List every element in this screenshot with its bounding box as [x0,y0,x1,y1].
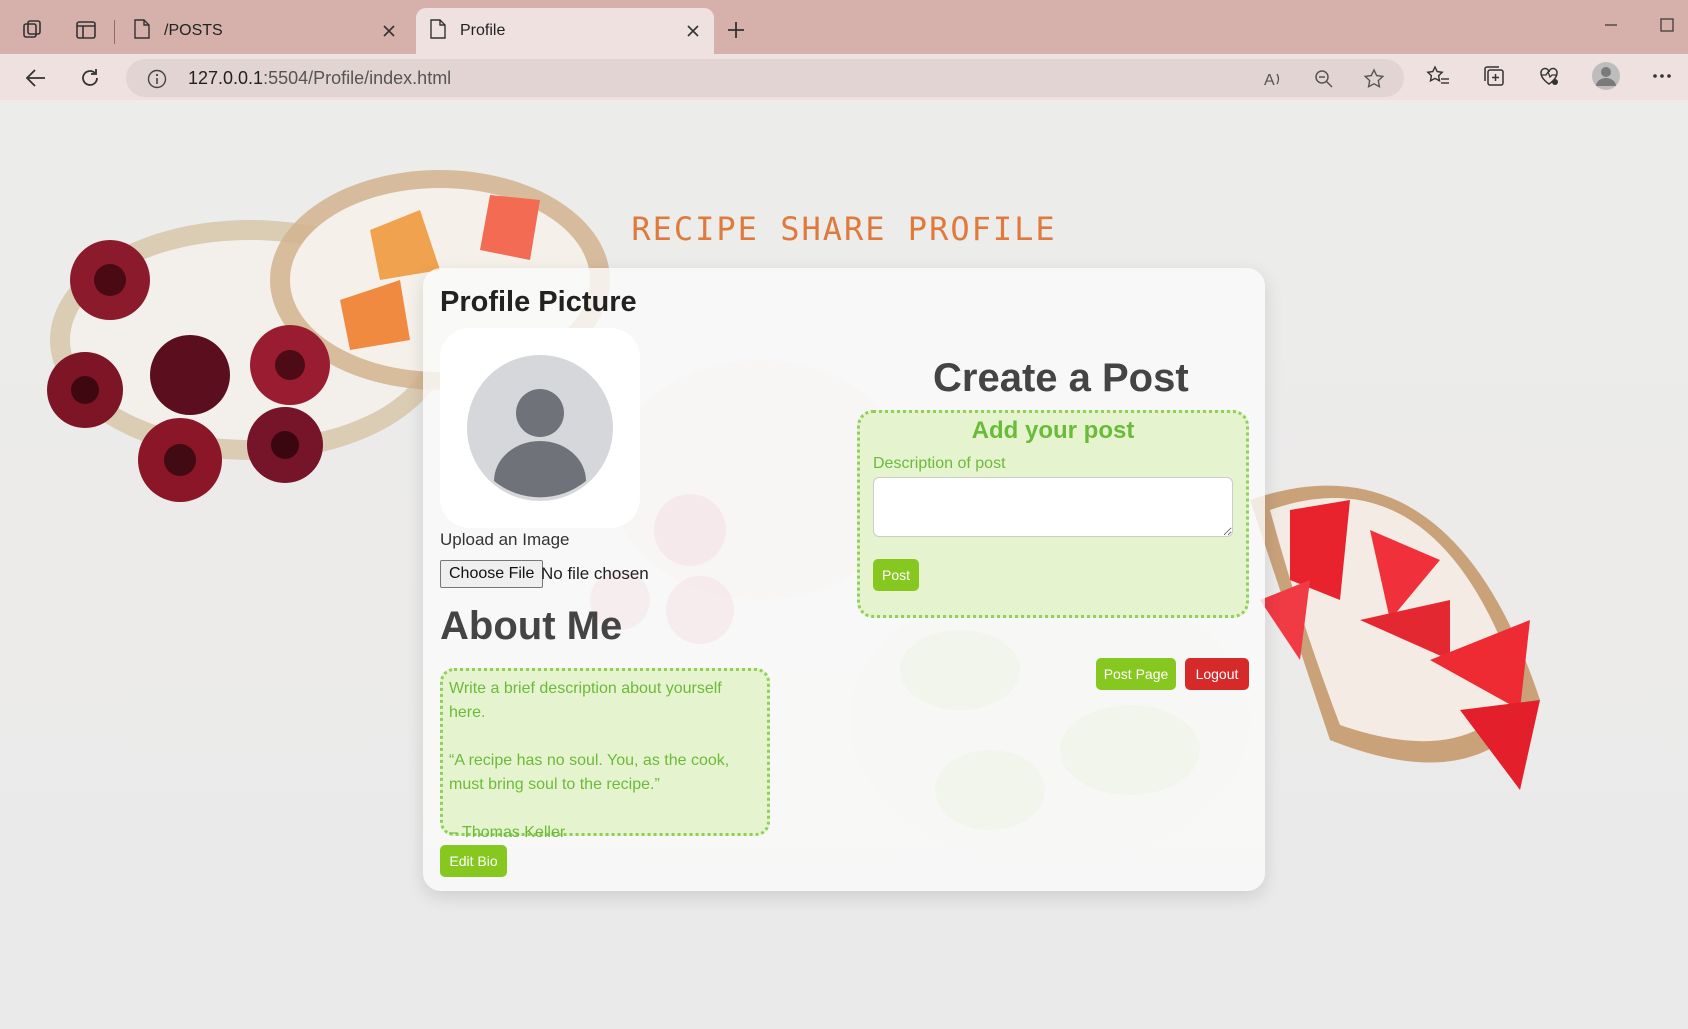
post-form: Add your post Description of post Post [857,410,1249,618]
add-post-heading: Add your post [971,417,1135,444]
browser-essentials-icon[interactable] [1535,62,1563,90]
about-me-heading: About Me [440,604,623,648]
zoom-out-icon[interactable] [1312,67,1336,91]
workspaces-icon[interactable] [18,16,46,44]
default-avatar-icon [467,355,613,501]
document-icon [134,18,150,44]
edit-bio-button[interactable]: Edit Bio [440,845,507,877]
address-bar[interactable]: 127.0.0.1:5504/Profile/index.html A [126,59,1404,97]
tab-title: /POSTS [164,22,223,39]
svg-text:A: A [1264,72,1275,89]
profile-card: Profile Picture Upload an Image Choose F… [423,268,1265,891]
tab-separator [114,20,115,44]
maximize-icon[interactable] [1652,12,1682,38]
bio-line: Write a brief description about yourself… [449,680,722,721]
minimize-icon[interactable] [1596,12,1626,38]
tab-profile[interactable]: Profile [416,8,714,54]
site-title: RECIPE SHARE PROFILE [631,210,1057,248]
back-icon[interactable] [20,62,52,94]
tab-title: Profile [460,22,506,39]
favorite-star-icon[interactable] [1362,67,1386,91]
more-menu-icon[interactable] [1648,62,1676,90]
page-viewport: RECIPE SHARE PROFILE Profile Picture Upl… [0,100,1688,1029]
favorites-icon[interactable] [1424,62,1452,90]
profile-picture-heading: Profile Picture [440,286,637,318]
close-icon[interactable] [682,20,704,42]
browser-tab-bar: /POSTS Profile [0,0,1688,54]
document-icon [430,18,446,44]
url-path: :5504/Profile/index.html [263,68,452,88]
url-host: 127.0.0.1 [188,68,264,88]
post-button[interactable]: Post [873,559,919,591]
tab-posts[interactable]: /POSTS [120,8,410,54]
create-post-heading: Create a Post [933,356,1189,400]
read-aloud-icon[interactable]: A [1262,67,1286,91]
close-icon[interactable] [378,20,400,42]
tab-actions-icon[interactable] [72,16,100,44]
collections-icon[interactable] [1480,62,1508,90]
description-input[interactable] [873,477,1233,537]
bio-box: Write a brief description about yourself… [440,668,770,841]
description-label: Description of post [873,455,1006,472]
upload-label: Upload an Image [440,530,570,549]
refresh-icon[interactable] [74,62,106,94]
file-status: No file chosen [541,564,649,583]
bio-attribution: – Thomas Keller [449,824,566,841]
bio-quote: “A recipe has no soul. You, as the cook,… [449,752,730,793]
profile-avatar-icon[interactable] [1590,60,1622,92]
url-text[interactable]: 127.0.0.1:5504/Profile/index.html [188,68,451,89]
new-tab-icon[interactable] [722,16,750,44]
profile-picture [440,328,640,528]
site-info-icon[interactable] [146,68,168,90]
logout-button[interactable]: Logout [1185,658,1249,690]
post-page-button[interactable]: Post Page [1096,658,1176,690]
choose-file-button[interactable]: Choose File [440,560,544,588]
browser-toolbar: 127.0.0.1:5504/Profile/index.html A [0,54,1688,101]
